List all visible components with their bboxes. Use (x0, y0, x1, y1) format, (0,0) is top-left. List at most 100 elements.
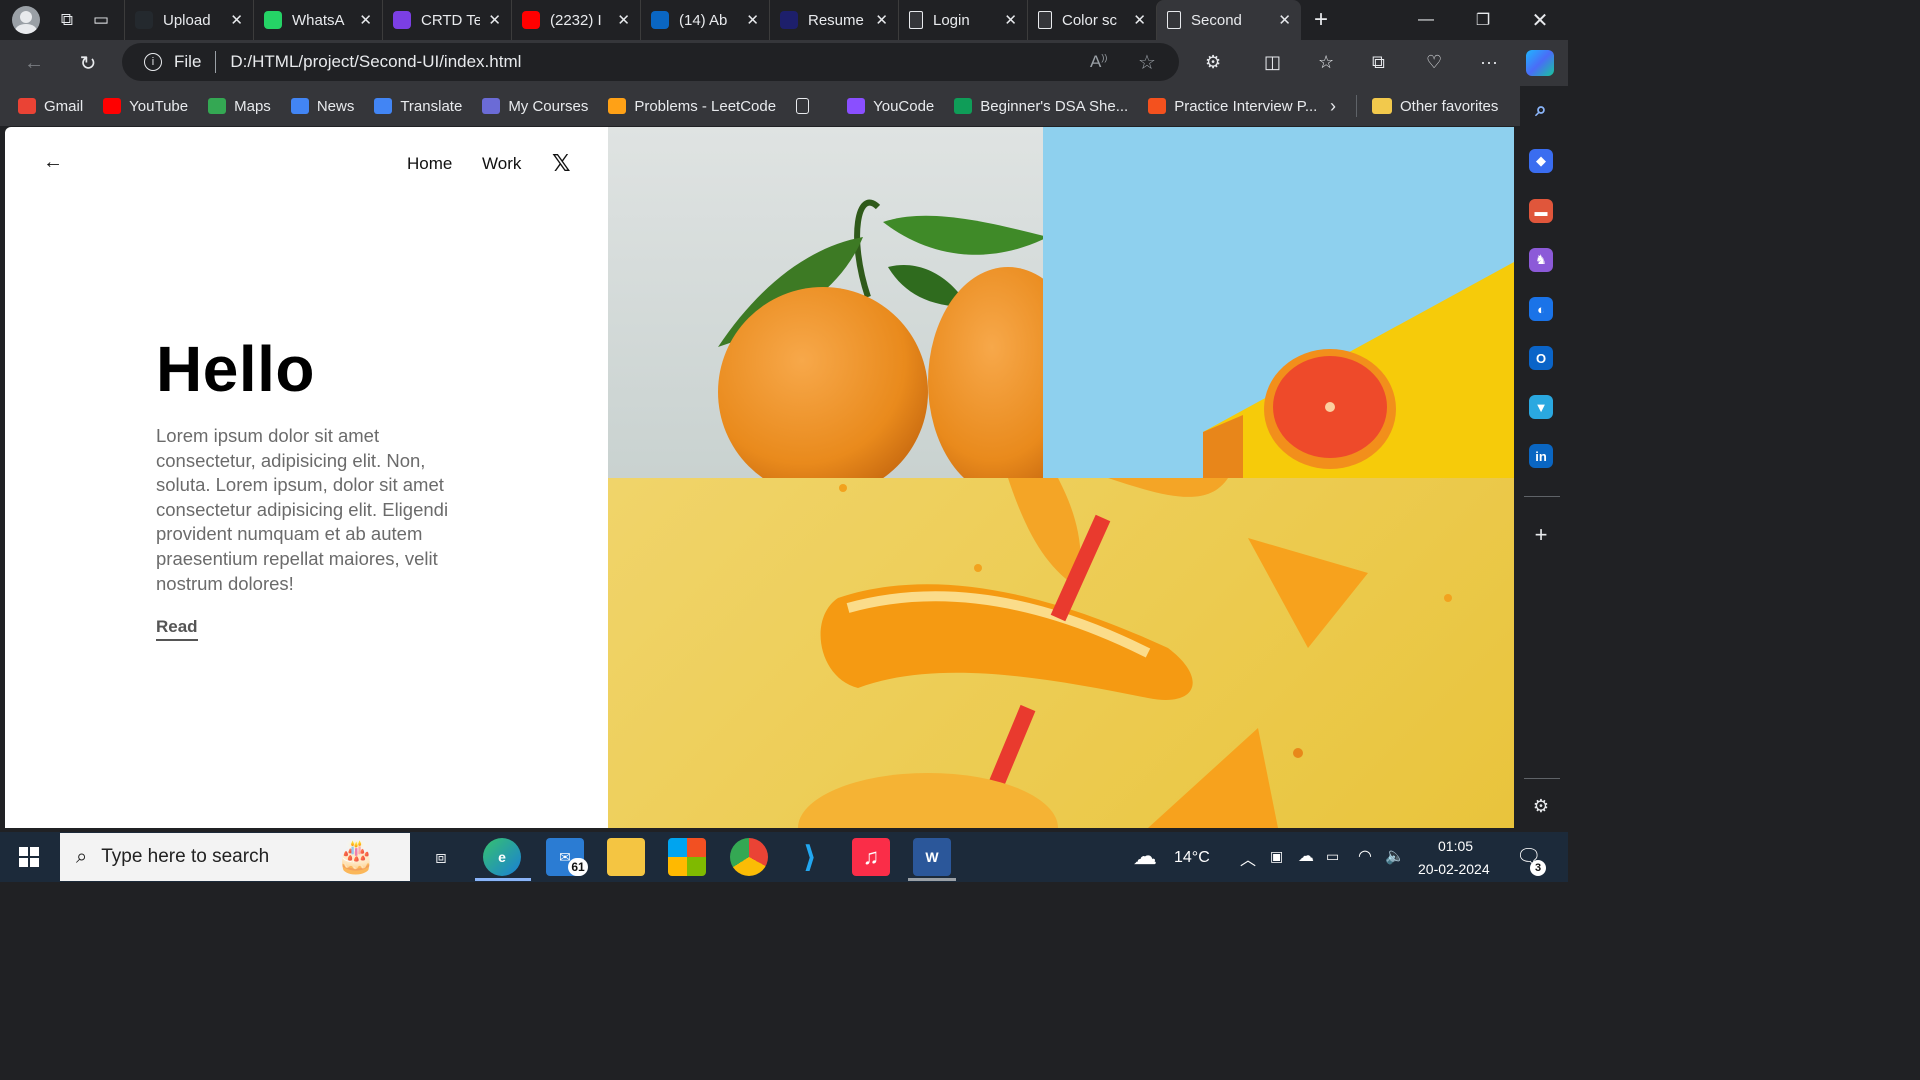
orange-peel-straw-photo (608, 478, 1514, 828)
bookmark-item[interactable]: Maps (208, 98, 271, 115)
web-page: ← Home Work 𝕏 Hello Lorem ipsum dolor si… (5, 127, 1514, 828)
clock-date[interactable]: 20-02-2024 (1418, 861, 1490, 877)
bookmark-item[interactable]: My Courses (482, 98, 588, 115)
games-icon[interactable]: ♞ (1529, 248, 1553, 272)
music-icon[interactable]: ♫ (852, 838, 890, 876)
word-icon[interactable]: W (913, 838, 951, 876)
bookmark-item[interactable]: Beginner's DSA She... (954, 98, 1128, 115)
more-menu-icon[interactable]: ··· (1480, 52, 1498, 73)
bookmark-item[interactable]: Problems - LeetCode (608, 98, 776, 115)
nav-work-link[interactable]: Work (482, 154, 521, 174)
list-icon (393, 11, 411, 29)
restore-button[interactable]: ❐ (1455, 0, 1511, 40)
outlook-icon[interactable]: O (1529, 346, 1553, 370)
tab-9[interactable]: Second ✕ (1156, 0, 1301, 40)
bookmark-label: YouTube (129, 97, 189, 115)
bookmark-item[interactable]: News (290, 98, 354, 115)
tab-5[interactable]: (14) Ab ✕ (640, 0, 769, 40)
minimize-button[interactable]: — (1398, 0, 1454, 40)
tab-1[interactable]: Upload ✕ (124, 0, 253, 40)
refresh-button[interactable]: ↻ (70, 45, 106, 81)
back-arrow-icon[interactable]: ← (43, 151, 63, 174)
close-tab-icon[interactable]: ✕ (875, 11, 888, 29)
wifi-icon[interactable]: ◠ (1358, 846, 1372, 866)
bookmark-item[interactable]: Practice Interview P... (1148, 98, 1317, 115)
vscode-icon[interactable]: ⟩ (791, 838, 829, 876)
meet-icon[interactable]: ▣ (1270, 848, 1283, 865)
x-twitter-icon[interactable]: 𝕏 (552, 150, 571, 177)
address-bar[interactable]: i File D:/HTML/project/Second-UI/index.h… (122, 43, 1179, 81)
bookmark-item[interactable]: Translate (374, 98, 462, 115)
nav-home-link[interactable]: Home (407, 154, 452, 174)
close-tab-icon[interactable]: ✕ (359, 11, 372, 29)
bookmark-item[interactable]: Gmail (18, 98, 83, 115)
mail-badge: 61 (568, 858, 588, 876)
profile-avatar[interactable] (12, 6, 40, 34)
tab-3[interactable]: CRTD Te ✕ (382, 0, 511, 40)
favorite-star-icon[interactable]: ☆ (1138, 50, 1156, 75)
tab-title: Upload (163, 11, 211, 29)
microsoft-365-icon[interactable]: ◐ (1529, 297, 1553, 321)
tab-6[interactable]: Resume ✕ (769, 0, 898, 40)
page-icon (1167, 11, 1181, 29)
task-view-icon[interactable]: ⧈ (422, 838, 460, 876)
windows-start-button[interactable] (0, 832, 58, 882)
edge-taskbar-icon[interactable]: e (483, 838, 521, 876)
tab-7[interactable]: Login ✕ (898, 0, 1027, 40)
onedrive-icon[interactable]: ☁ (1298, 846, 1314, 866)
favorites-icon[interactable]: ☆ (1318, 52, 1334, 73)
scheme-label: File (174, 52, 202, 71)
tab-strip: ⧉ ▭ Upload ✕ WhatsA ✕ CRTD Te ✕ (2232) I ✕ (14) … (0, 0, 1568, 40)
maps-pin-icon (208, 98, 227, 114)
chrome-icon[interactable] (730, 838, 768, 876)
bookmark-label: Beginner's DSA She... (980, 97, 1129, 115)
extensions-icon[interactable]: ⚙ (1205, 52, 1221, 73)
other-favorites[interactable]: Other favorites (1372, 98, 1498, 115)
bookmark-item[interactable] (796, 98, 827, 114)
close-tab-icon[interactable]: ✕ (230, 11, 243, 29)
drop-icon[interactable]: ▼ (1529, 395, 1553, 419)
split-screen-icon[interactable]: ◫ (1264, 52, 1281, 73)
close-tab-icon[interactable]: ✕ (1278, 11, 1291, 29)
volume-icon[interactable]: 🔈 (1385, 846, 1405, 866)
close-tab-icon[interactable]: ✕ (617, 11, 630, 29)
close-tab-icon[interactable]: ✕ (1004, 11, 1017, 29)
search-icon[interactable]: ⌕ (1529, 98, 1553, 122)
browser-essentials-icon[interactable]: ♡ (1426, 52, 1442, 73)
workspaces-icon[interactable]: ⧉ (50, 3, 84, 37)
read-link[interactable]: Read (156, 617, 198, 641)
tab-2[interactable]: WhatsA ✕ (253, 0, 382, 40)
close-window-button[interactable]: ✕ (1512, 0, 1568, 40)
bookmark-item[interactable]: YouCode (847, 98, 934, 115)
close-tab-icon[interactable]: ✕ (746, 11, 759, 29)
tab-actions-icon[interactable]: ▭ (84, 3, 118, 37)
weather-temp[interactable]: 14°C (1174, 849, 1210, 867)
read-aloud-icon[interactable]: A)) (1090, 52, 1107, 72)
microsoft-store-icon[interactable] (668, 838, 706, 876)
tray-chevron-up-icon[interactable]: ︿ (1240, 846, 1256, 870)
back-button[interactable]: ← (16, 45, 52, 81)
url-text[interactable]: D:/HTML/project/Second-UI/index.html (230, 52, 521, 72)
tools-icon[interactable]: ▬ (1529, 199, 1553, 223)
hero-title: Hello (156, 333, 315, 405)
taskbar-search-box[interactable]: ⌕ Type here to search 🎂 (60, 833, 410, 881)
copilot-icon[interactable] (1526, 50, 1554, 76)
close-tab-icon[interactable]: ✕ (488, 11, 501, 29)
weather-icon[interactable]: ☁ (1133, 842, 1157, 871)
collections-icon[interactable]: ⧉ (1372, 52, 1385, 73)
file-explorer-icon[interactable] (607, 838, 645, 876)
linkedin-icon[interactable]: in (1529, 444, 1553, 468)
tab-4[interactable]: (2232) I ✕ (511, 0, 640, 40)
chevron-right-icon[interactable]: › (1330, 96, 1336, 117)
add-sidebar-app-icon[interactable]: + (1529, 522, 1553, 547)
leetcode-icon (608, 98, 627, 114)
tab-8[interactable]: Color sc ✕ (1027, 0, 1156, 40)
shopping-tag-icon[interactable]: ◆ (1529, 149, 1553, 173)
bookmark-item[interactable]: YouTube (103, 98, 188, 115)
close-tab-icon[interactable]: ✕ (1133, 11, 1146, 29)
sidebar-settings-icon[interactable]: ⚙ (1529, 794, 1553, 818)
site-info-icon[interactable]: i (144, 53, 162, 71)
new-tab-button[interactable]: + (1301, 6, 1341, 34)
battery-icon[interactable]: ▭ (1326, 848, 1339, 865)
clock-time[interactable]: 01:05 (1438, 838, 1473, 854)
